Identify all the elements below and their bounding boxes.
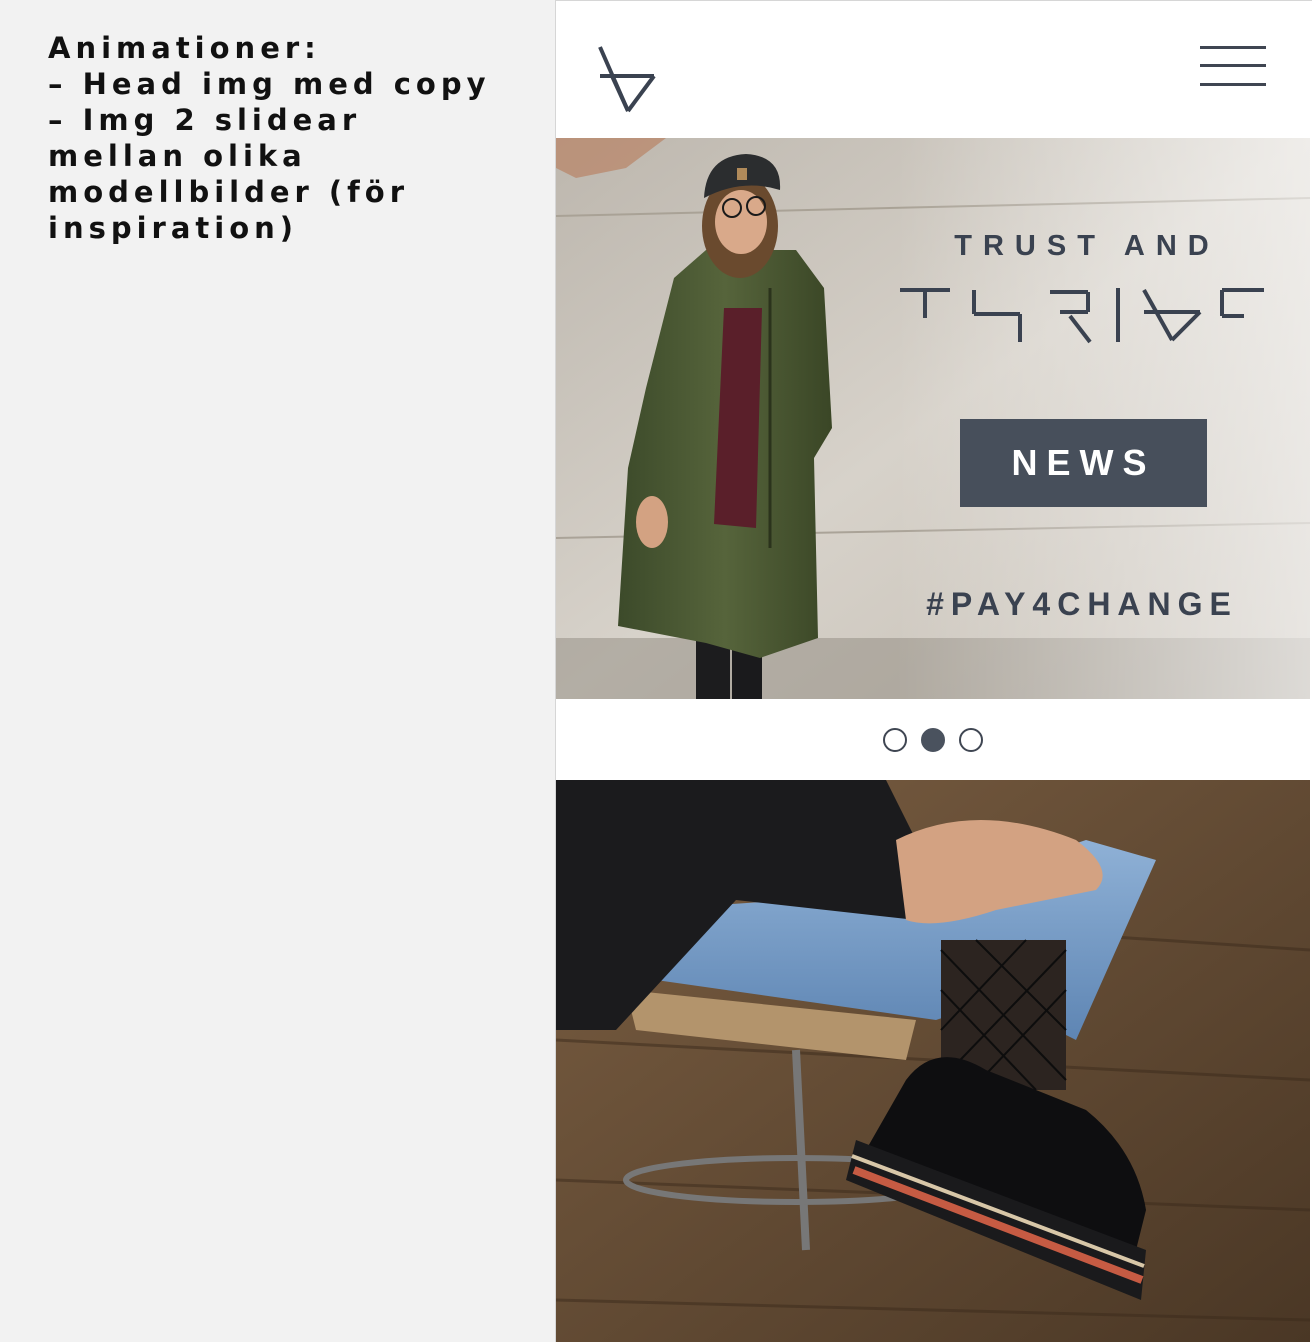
hero-banner: TRUST AND NEWS #PAY4CHANGE — [556, 138, 1310, 699]
carousel-dot[interactable] — [959, 727, 983, 752]
menu-bar — [1200, 83, 1266, 86]
note-line: – Head img med copy — [48, 67, 491, 101]
carousel-dot-active[interactable] — [921, 727, 945, 752]
hero-hashtag: #PAY4CHANGE — [926, 586, 1238, 622]
menu-bar — [1200, 46, 1266, 49]
hero-tagline: TRUST AND — [954, 230, 1220, 262]
note-line: Animationer: — [48, 31, 321, 65]
note-line: – Img 2 slidear — [48, 103, 362, 137]
carousel-dots — [556, 699, 1310, 780]
brand-logo-icon[interactable] — [598, 45, 656, 115]
hamburger-menu-icon[interactable] — [1200, 46, 1266, 88]
carousel-dot[interactable] — [883, 727, 907, 752]
thrive-wordmark-icon — [900, 288, 1264, 344]
shoe-model-photo — [556, 780, 1310, 1342]
site-header — [556, 1, 1312, 138]
menu-bar — [1200, 64, 1266, 67]
note-line: modellbilder (för — [48, 175, 410, 209]
news-button[interactable]: NEWS — [960, 419, 1207, 507]
note-line: inspiration) — [48, 211, 299, 245]
annotation-notes: Animationer: – Head img med copy – Img 2… — [48, 30, 518, 246]
product-slide — [556, 780, 1310, 1342]
mobile-mockup: TRUST AND NEWS #PAY4CHANGE — [555, 0, 1312, 1342]
note-line: mellan olika — [48, 139, 307, 173]
